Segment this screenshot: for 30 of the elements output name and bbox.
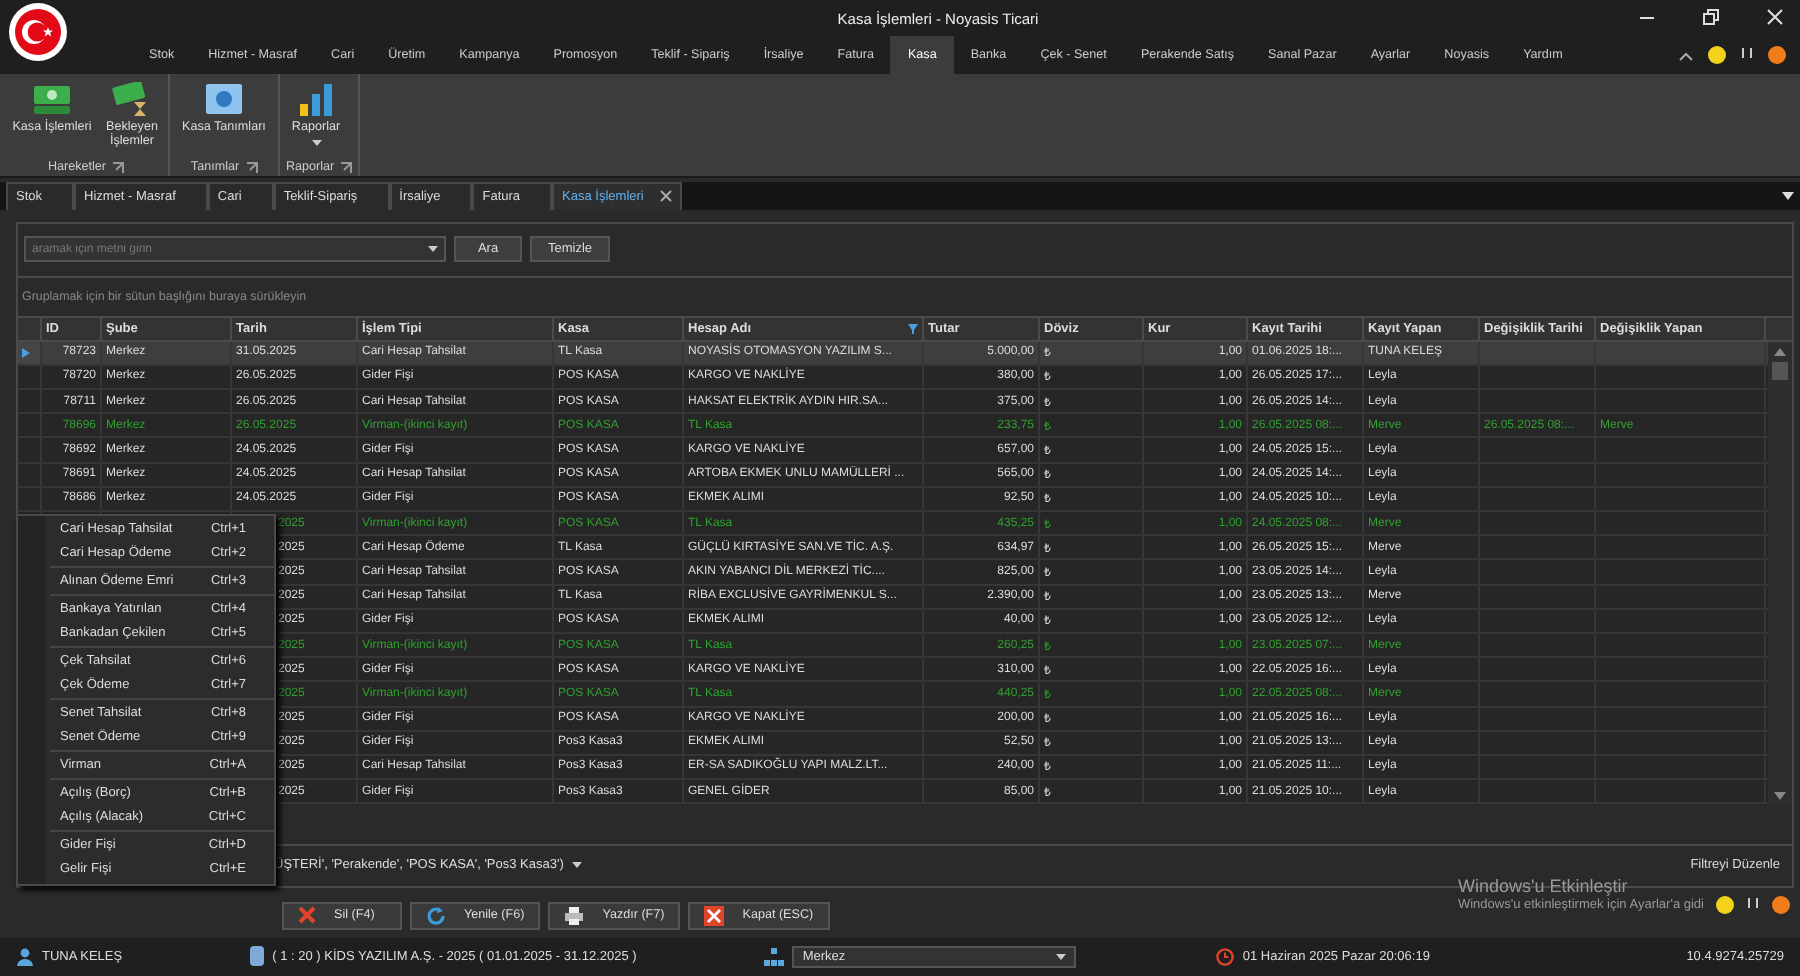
restore-icon[interactable] [1702,8,1720,26]
scroll-down-icon[interactable] [1772,789,1788,802]
dropdown-caret-icon[interactable] [571,862,582,869]
cash-stack-icon [32,82,72,118]
cash-hourglass-icon [112,82,152,118]
caret-up-icon[interactable] [1678,49,1694,61]
user-icon [16,947,34,966]
printer-icon [564,905,585,926]
activation-title: Windows'u Etkinleştir [1457,876,1629,897]
close-icon[interactable] [659,190,672,203]
row-selector[interactable] [18,341,42,364]
dropdown-caret-icon [311,139,321,146]
refresh-icon [426,905,446,926]
delete-icon [298,906,316,925]
dropdown-caret-icon[interactable] [1782,191,1794,200]
dropdown-caret-icon [1056,953,1067,960]
row-indicator-icon [22,347,30,358]
dialog-launcher-icon[interactable] [112,161,125,174]
filter-icon[interactable] [908,323,918,334]
dialog-launcher-icon[interactable] [340,161,353,174]
scroll-thumb[interactable] [1772,361,1788,380]
bar-chart-icon [296,82,336,118]
close-icon [704,905,725,926]
dialog-launcher-icon[interactable] [245,161,258,174]
dropdown-caret-icon [428,246,438,253]
clock-icon [1216,947,1235,966]
flag-logo-icon [8,2,68,62]
safe-icon [204,82,244,118]
network-icon [764,947,785,966]
scrollbar[interactable] [1768,341,1792,806]
